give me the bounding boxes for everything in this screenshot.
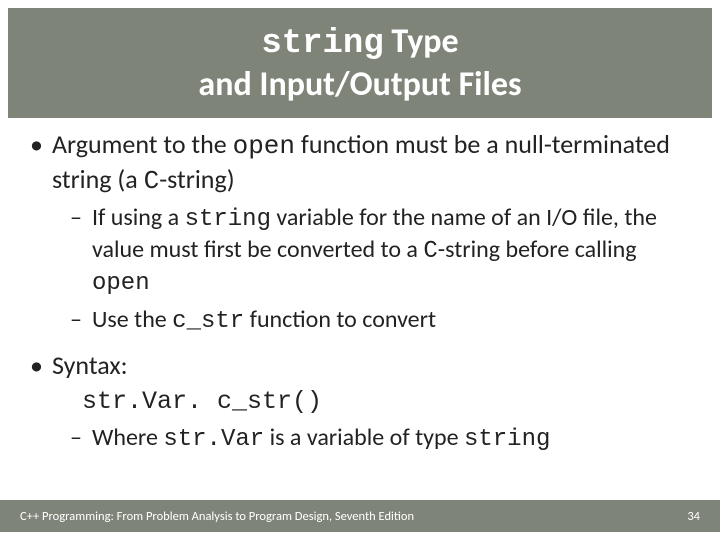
title-line1-rest: Type [384, 21, 459, 62]
bullet-1-sublist: If using a string variable for the name … [52, 203, 696, 337]
b1-cstr: C [144, 166, 160, 196]
b2-text: Syntax: [52, 349, 128, 381]
bullet-2-sub-1: Where str.Var is a variable of type stri… [52, 423, 696, 455]
b1s1-code-open: open [92, 270, 150, 297]
bullet-1: Argument to the open function must be a … [24, 128, 696, 337]
slide-title: string Type and Input/Output Files [198, 22, 521, 103]
b1s2-pre: Use the [92, 305, 172, 334]
page-number: 34 [687, 509, 700, 524]
bullet-list: Argument to the open function must be a … [24, 128, 696, 455]
b1-tail: -string) [159, 163, 234, 195]
b1-code-open: open [233, 131, 295, 161]
footer-left: C++ Programming: From Problem Analysis t… [20, 509, 414, 524]
title-code: string [261, 25, 383, 63]
bullet-1-sub-1: If using a string variable for the name … [52, 203, 696, 299]
content-area: Argument to the open function must be a … [24, 128, 696, 492]
bullet-2-sublist: Where str.Var is a variable of type stri… [52, 423, 696, 455]
slide: string Type and Input/Output Files Argum… [0, 0, 720, 540]
b1s1-pre: If using a [92, 203, 185, 232]
b1s1-code-string: string [185, 206, 271, 233]
title-line2: and Input/Output Files [198, 64, 521, 105]
b1s2-post: function to convert [244, 305, 436, 334]
b2s1-code-strvar: str.Var [163, 426, 264, 453]
b1s2-code-cstr: c_str [172, 308, 244, 335]
b1-pre: Argument to the [52, 128, 233, 160]
b1s1-post: -string before calling [438, 235, 637, 264]
footer-bar: C++ Programming: From Problem Analysis t… [0, 500, 720, 532]
b2s1-code-string: string [464, 426, 550, 453]
b2s1-mid: is a variable of type [264, 423, 464, 452]
syntax-expression: str.Var. c_str() [82, 386, 696, 417]
b2s1-pre: Where [92, 423, 163, 452]
bullet-2: Syntax: str.Var. c_str() Where str.Var i… [24, 349, 696, 455]
b1s1-code-c: C [423, 238, 437, 265]
title-band: string Type and Input/Output Files [8, 8, 712, 118]
bullet-1-sub-2: Use the c_str function to convert [52, 305, 696, 337]
